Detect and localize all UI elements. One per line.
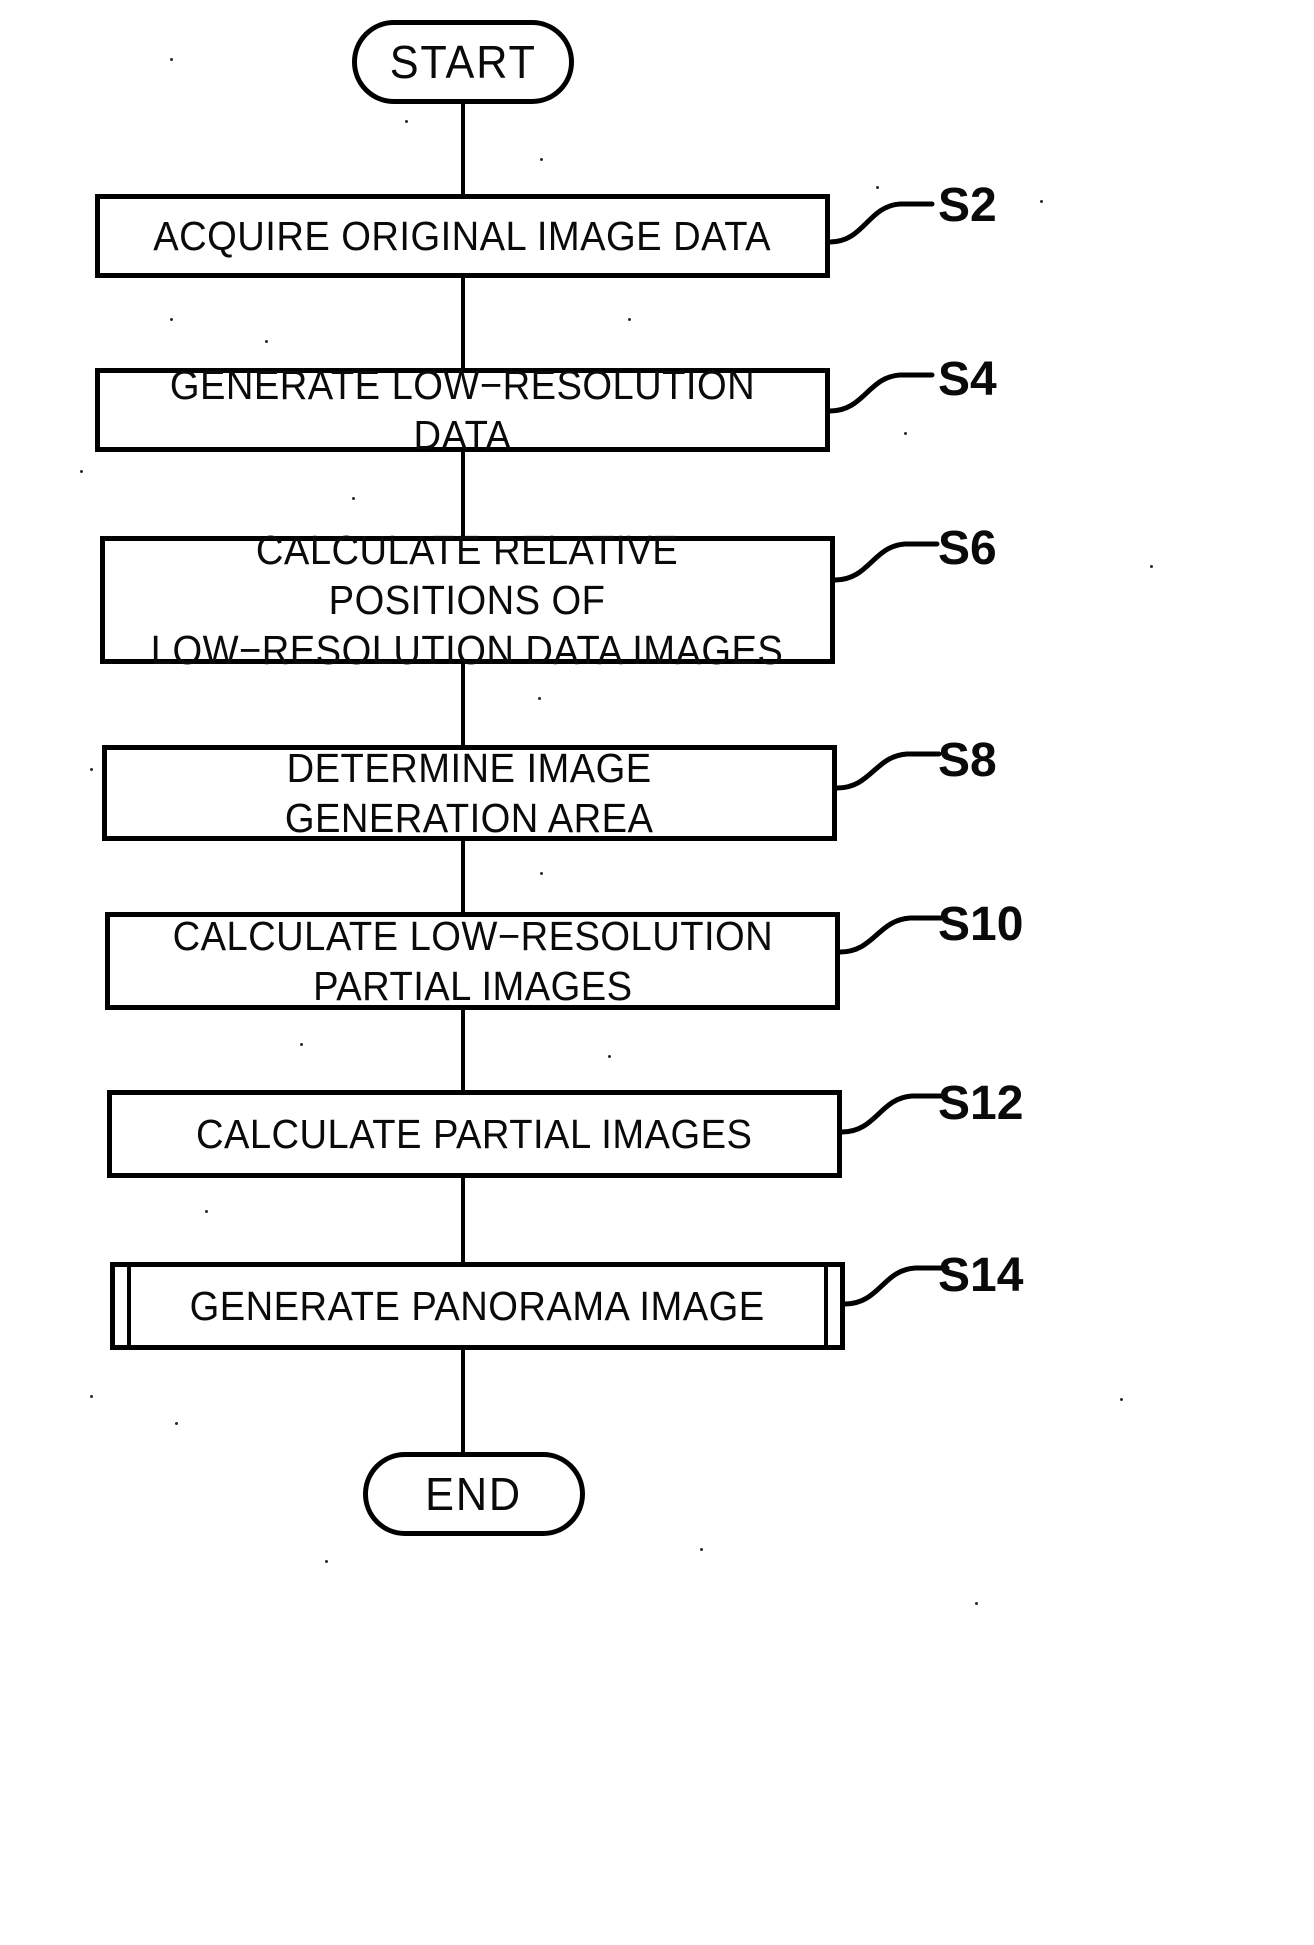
- node-s12-label: CALCULATE PARTIAL IMAGES: [196, 1110, 753, 1157]
- scan-speckle: [904, 432, 907, 435]
- scan-speckle: [175, 1422, 178, 1425]
- node-s8-label: DETERMINE IMAGE GENERATION AREA: [285, 744, 654, 841]
- node-end: END: [363, 1452, 585, 1536]
- node-s14: GENERATE PANORAMA IMAGE: [110, 1262, 845, 1350]
- node-s2: ACQUIRE ORIGINAL IMAGE DATA: [95, 194, 830, 278]
- scan-speckle: [90, 1395, 93, 1398]
- scan-speckle: [700, 1548, 703, 1551]
- scan-speckle: [876, 186, 879, 189]
- scan-speckle: [352, 497, 355, 500]
- scan-speckle: [975, 1602, 978, 1605]
- connector-s6-to-s8: [461, 663, 465, 751]
- leader-line-s2: [827, 180, 938, 250]
- step-label-s12: S12: [938, 1077, 1024, 1130]
- node-start-label: START: [389, 36, 537, 88]
- step-label-s2: S2: [938, 179, 997, 232]
- scan-speckle: [1150, 565, 1153, 568]
- scan-speckle: [170, 318, 173, 321]
- connector-s10-to-s12: [461, 1008, 465, 1098]
- node-end-label: END: [425, 1468, 523, 1520]
- scan-speckle: [1040, 200, 1043, 203]
- scan-speckle: [300, 1043, 303, 1046]
- node-s8: DETERMINE IMAGE GENERATION AREA: [102, 745, 837, 841]
- leader-line-s8: [834, 736, 945, 806]
- node-s4-label: GENERATE LOW−RESOLUTION DATA: [169, 361, 756, 458]
- scan-speckle: [540, 158, 543, 161]
- connector-start-to-s2: [461, 103, 465, 203]
- scan-speckle: [538, 697, 541, 700]
- connector-s14-to-end: [461, 1348, 465, 1458]
- connector-s8-to-s10: [461, 838, 465, 918]
- step-label-s8: S8: [938, 734, 997, 787]
- step-label-s6: S6: [938, 522, 997, 575]
- node-start: START: [352, 20, 574, 104]
- step-label-s14: S14: [938, 1249, 1024, 1302]
- scan-speckle: [205, 1210, 208, 1213]
- scan-speckle: [80, 470, 83, 473]
- node-s6: CALCULATE RELATIVE POSITIONS OF LOW−RESO…: [100, 527, 835, 673]
- step-label-s10: S10: [938, 898, 1024, 951]
- scan-speckle: [540, 872, 543, 875]
- node-s10: CALCULATE LOW−RESOLUTION PARTIAL IMAGES: [105, 912, 840, 1010]
- connector-s12-to-s14: [461, 1175, 465, 1265]
- scan-speckle: [405, 120, 408, 123]
- leader-line-s12: [839, 1078, 950, 1148]
- node-s6-label: CALCULATE RELATIVE POSITIONS OF LOW−RESO…: [151, 526, 784, 674]
- scan-speckle: [628, 318, 631, 321]
- leader-line-s10: [837, 900, 948, 970]
- node-s14-label: GENERATE PANORAMA IMAGE: [189, 1282, 765, 1329]
- leader-line-s14: [842, 1250, 953, 1320]
- scan-speckle: [90, 768, 93, 771]
- node-s2-label: ACQUIRE ORIGINAL IMAGE DATA: [153, 212, 772, 259]
- leader-line-s6: [832, 524, 943, 594]
- node-s12: CALCULATE PARTIAL IMAGES: [107, 1090, 842, 1178]
- scan-speckle: [265, 340, 268, 343]
- node-s4: GENERATE LOW−RESOLUTION DATA: [95, 362, 830, 458]
- scan-speckle: [608, 1055, 611, 1058]
- scan-speckle: [1120, 1398, 1123, 1401]
- scan-speckle: [325, 1560, 328, 1563]
- step-label-s4: S4: [938, 353, 997, 406]
- leader-line-s4: [827, 355, 938, 425]
- flowchart-page: START ACQUIRE ORIGINAL IMAGE DATA S2 GEN…: [0, 0, 1314, 1945]
- scan-speckle: [170, 58, 173, 61]
- node-s10-label: CALCULATE LOW−RESOLUTION PARTIAL IMAGES: [172, 912, 773, 1009]
